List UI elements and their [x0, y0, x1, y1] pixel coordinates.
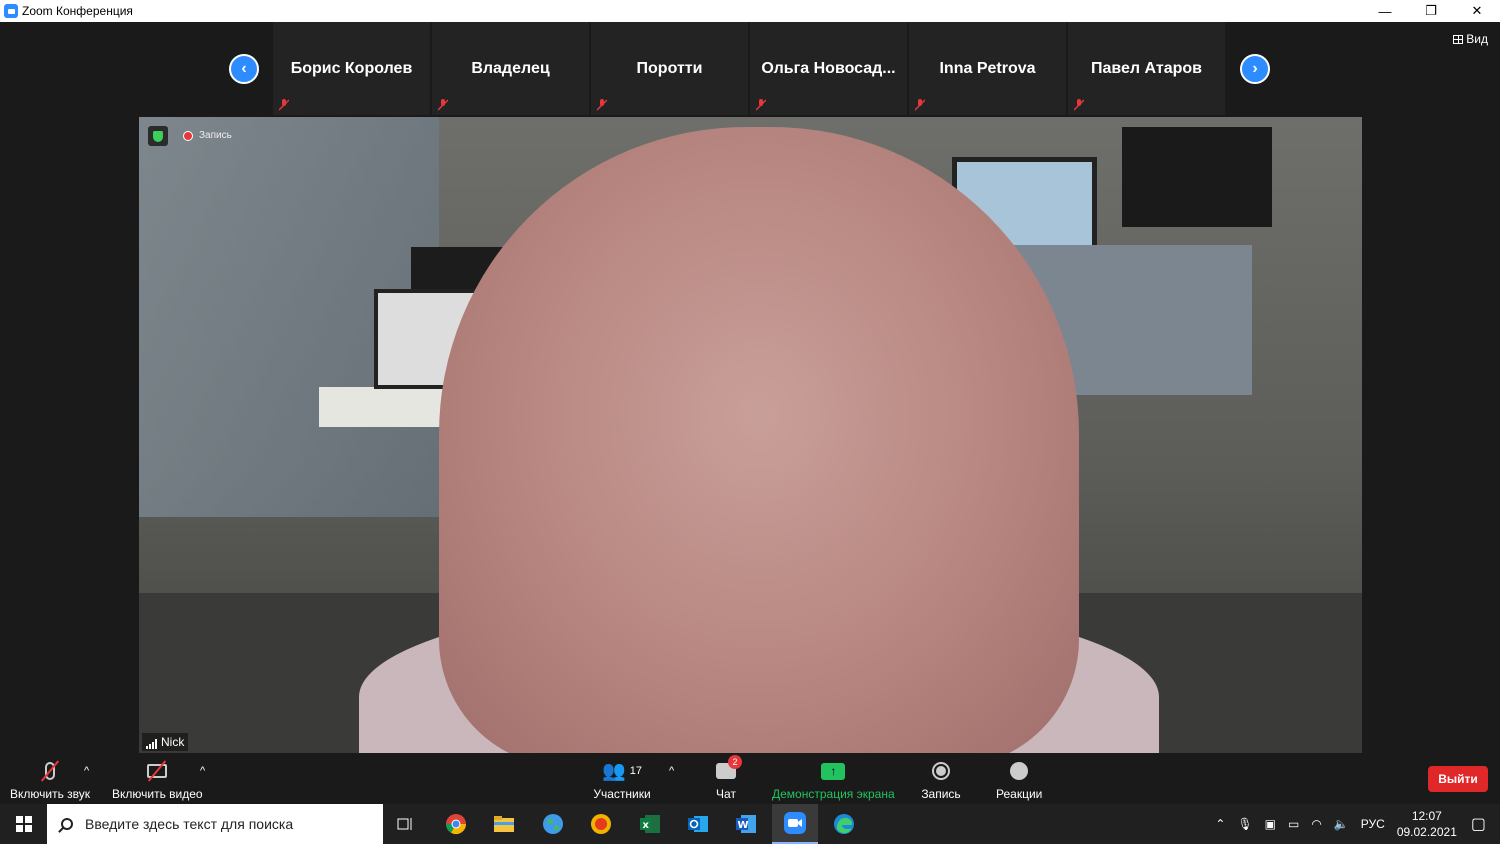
clock-time: 12:07 — [1411, 809, 1442, 823]
mic-muted-icon — [597, 99, 607, 111]
mic-muted-icon — [756, 99, 766, 111]
record-dot-icon — [183, 130, 193, 141]
tray-app-icon[interactable]: ▣ — [1265, 817, 1276, 831]
taskbar-search-box[interactable]: Введите здесь текст для поиска — [47, 804, 383, 844]
chat-button[interactable]: 2 Чат — [714, 755, 742, 801]
file-explorer-icon[interactable] — [490, 810, 518, 838]
unmute-label: Включить звук — [10, 787, 91, 801]
security-shield-icon[interactable] — [148, 126, 168, 146]
clock[interactable]: 12:07 09.02.2021 — [1397, 808, 1457, 840]
speaker-figure — [439, 127, 1079, 753]
participants-button[interactable]: 👥 17 Участники — [592, 759, 652, 801]
reactions-label: Реакции — [996, 787, 1043, 801]
battery-icon[interactable]: ▭ — [1288, 817, 1299, 831]
search-icon — [61, 818, 73, 830]
windows-logo-icon — [15, 816, 32, 832]
chrome-icon[interactable] — [442, 810, 470, 838]
participant-tile[interactable]: Владелец — [432, 22, 589, 115]
participant-tile[interactable]: Павел Атаров — [1068, 22, 1225, 115]
meeting-area: Вид ‹ Борис Королев Владелец Поротти Оль… — [0, 22, 1500, 753]
share-screen-button[interactable]: ↑ Демонстрация экрана — [772, 759, 895, 801]
wifi-icon[interactable]: ◠ — [1311, 817, 1321, 831]
participants-options-caret[interactable]: ^ — [669, 765, 674, 777]
mic-muted-icon — [915, 99, 925, 111]
volume-icon[interactable]: 🔈 — [1334, 817, 1349, 831]
leave-meeting-button[interactable]: Выйти — [1428, 766, 1488, 792]
video-options-caret[interactable]: ^ — [200, 765, 205, 777]
audio-options-caret[interactable]: ^ — [84, 765, 89, 777]
globe-app-icon[interactable] — [539, 810, 567, 838]
zoom-icon — [4, 4, 18, 18]
share-screen-label: Демонстрация экрана — [772, 787, 895, 801]
participant-name: Павел Атаров — [1091, 60, 1202, 77]
record-icon — [932, 762, 950, 780]
participant-name: Поротти — [636, 60, 703, 77]
title-bar: Zoom Конференция — ❐ ✕ — [0, 0, 1500, 22]
clock-date: 09.02.2021 — [1396, 825, 1457, 839]
search-placeholder: Введите здесь текст для поиска — [85, 816, 294, 832]
prev-page-button[interactable]: ‹ — [229, 54, 259, 84]
minimize-button[interactable]: — — [1362, 0, 1408, 22]
record-label: Запись — [921, 787, 961, 801]
start-video-label: Включить видео — [112, 787, 203, 801]
chat-label: Чат — [716, 787, 736, 801]
outlook-icon[interactable] — [684, 810, 712, 838]
system-tray: ⌃ 🎙 ▣ ▭ ◠ 🔈 РУС 12:07 09.02.2021 ▢ — [1215, 804, 1500, 844]
recording-label: Запись — [199, 130, 232, 141]
chevron-up-icon[interactable]: ⌃ — [1215, 817, 1225, 831]
meeting-toolbar: Включить звук ^ Включить видео ^ 👥 17 Уч… — [0, 753, 1500, 804]
recording-indicator: Запись — [183, 130, 232, 141]
close-button[interactable]: ✕ — [1454, 0, 1500, 22]
participant-name: Владелец — [471, 60, 550, 77]
participant-tile[interactable]: Inna Petrova — [909, 22, 1066, 115]
task-view-icon[interactable] — [392, 810, 420, 838]
mic-muted-icon — [1074, 99, 1084, 111]
reaction-smiley-icon — [1010, 762, 1029, 780]
participant-tile[interactable]: Поротти — [591, 22, 748, 115]
participant-name: Ольга Новосад... — [761, 60, 896, 77]
microphone-tray-icon[interactable]: 🎙 — [1237, 817, 1252, 831]
svg-text:x: x — [643, 820, 650, 831]
mic-muted-icon — [279, 99, 289, 111]
svg-text:W: W — [738, 820, 749, 831]
start-video-button[interactable]: Включить видео — [112, 759, 203, 801]
participant-name: Борис Королев — [290, 60, 413, 77]
edge-icon[interactable] — [830, 810, 858, 838]
speaker-name-label: Nick — [142, 733, 189, 751]
speaker-name: Nick — [161, 735, 185, 749]
mic-muted-icon — [438, 99, 448, 111]
start-button[interactable] — [0, 804, 47, 844]
active-speaker-video: Запись Nick — [139, 117, 1362, 753]
word-icon[interactable]: W — [732, 810, 760, 838]
participants-count: 17 — [629, 765, 642, 777]
input-language[interactable]: РУС — [1361, 817, 1385, 831]
media-app-icon[interactable] — [587, 810, 615, 838]
share-screen-icon: ↑ — [821, 762, 846, 780]
participants-icon: 👥 — [602, 761, 626, 782]
window-title: Zoom Конференция — [22, 4, 133, 18]
view-button[interactable]: Вид — [1453, 32, 1488, 46]
chat-badge: 2 — [728, 755, 742, 769]
signal-strength-icon — [146, 739, 157, 749]
notifications-icon[interactable]: ▢ — [1471, 814, 1486, 834]
next-page-button[interactable]: › — [1240, 54, 1270, 84]
excel-icon[interactable]: x — [636, 810, 664, 838]
view-button-label: Вид — [1466, 32, 1488, 46]
zoom-taskbar-icon[interactable] — [772, 804, 818, 844]
participant-name: Inna Petrova — [939, 60, 1036, 77]
reactions-button[interactable]: Реакции — [996, 759, 1042, 801]
record-button[interactable]: Запись — [920, 759, 962, 801]
maximize-button[interactable]: ❐ — [1408, 0, 1454, 22]
windows-taskbar: Введите здесь текст для поиска x W ⌃ 🎙 ▣… — [0, 804, 1500, 844]
participant-tile[interactable]: Борис Королев — [273, 22, 430, 115]
grid-icon — [1453, 34, 1464, 44]
participants-label: Участники — [593, 787, 651, 801]
participant-tile[interactable]: Ольга Новосад... — [750, 22, 907, 115]
participant-strip: Борис Королев Владелец Поротти Ольга Нов… — [273, 22, 1225, 115]
unmute-button[interactable]: Включить звук — [10, 759, 90, 801]
